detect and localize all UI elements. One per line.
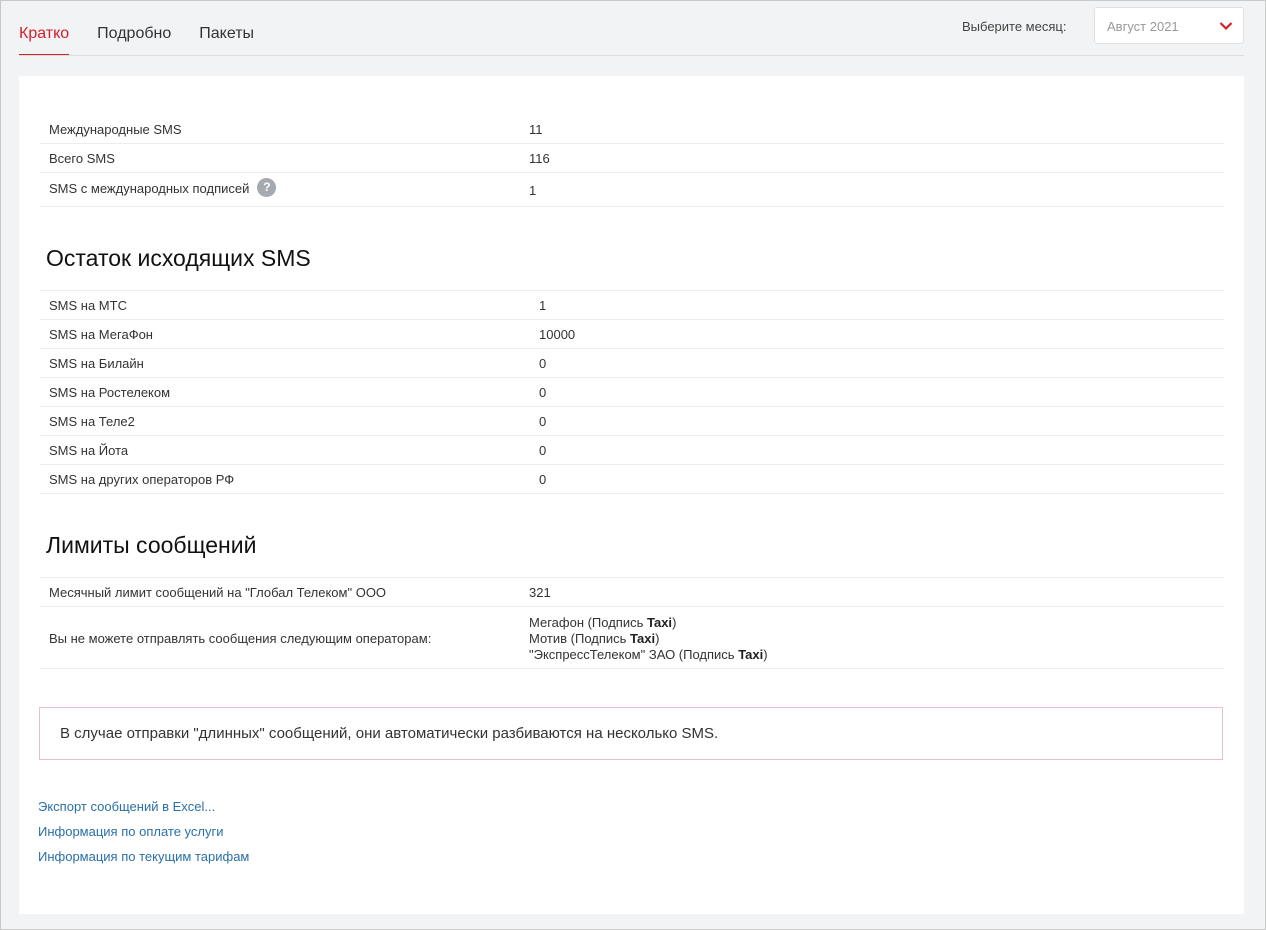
row-value: 0 [539, 385, 547, 400]
row-label: SMS на Йота [49, 443, 129, 458]
blocked-operators-list: Мегафон (Подпись Taxi) Мотив (Подпись Ta… [529, 615, 768, 663]
tab-brief[interactable]: Кратко [19, 1, 70, 56]
content-card: Международные SMS 11 Всего SMS 116 SMS с… [19, 76, 1244, 914]
table-row: SMS на других операторов РФ 0 [40, 465, 1224, 494]
sender-name: Taxi [647, 615, 673, 630]
row-label: SMS с международных подписей [49, 180, 250, 196]
row-value: 0 [539, 356, 547, 371]
row-label: SMS на МегаФон [49, 327, 153, 342]
section-title-limits: Лимиты сообщений [46, 532, 257, 558]
tab-detailed[interactable]: Подробно [97, 1, 171, 55]
row-label: SMS на Теле2 [49, 414, 135, 429]
table-row: SMS с международных подписей? 1 [40, 173, 1224, 207]
list-item: "ЭкспрессТелеком" ЗАО (Подпись Taxi) [529, 647, 768, 663]
table-row: Месячный лимит сообщений на "Глобал Теле… [40, 578, 1224, 607]
operator-name: "ЭкспрессТелеком" ЗАО (Подпись [529, 647, 739, 662]
row-value: 0 [539, 414, 547, 429]
row-label: Месячный лимит сообщений на "Глобал Теле… [49, 585, 387, 600]
limits-table: Месячный лимит сообщений на "Глобал Теле… [40, 577, 1224, 669]
payment-info-link[interactable]: Информация по оплате услуги [38, 824, 249, 849]
row-label: Международные SMS [49, 122, 182, 137]
table-row: SMS на Йота 0 [40, 436, 1224, 465]
row-value: 321 [529, 585, 551, 600]
table-row: Международные SMS 11 [40, 115, 1224, 144]
row-value: 0 [539, 443, 547, 458]
bracket: ) [655, 631, 660, 646]
list-item: Мегафон (Подпись Taxi) [529, 615, 768, 631]
sender-name: Taxi [630, 631, 656, 646]
month-select[interactable]: Август 2021 [1094, 7, 1244, 44]
row-label: SMS на других операторов РФ [49, 472, 235, 487]
row-label: Всего SMS [49, 151, 115, 166]
row-label: SMS на Билайн [49, 356, 144, 371]
table-row: Вы не можете отправлять сообщения следую… [40, 607, 1224, 669]
section-title-remaining: Остаток исходящих SMS [46, 245, 311, 271]
table-row: SMS на Билайн 0 [40, 349, 1224, 378]
long-message-notice: В случае отправки "длинных" сообщений, о… [39, 707, 1223, 760]
month-select-value: Август 2021 [1107, 19, 1179, 34]
row-label: Вы не можете отправлять сообщения следую… [49, 631, 432, 646]
tariffs-info-link[interactable]: Информация по текущим тарифам [38, 849, 249, 874]
tabs: Кратко Подробно Пакеты [19, 1, 282, 56]
row-value: 0 [539, 472, 547, 487]
operator-name: Мегафон (Подпись [529, 615, 647, 630]
bracket: ) [763, 647, 768, 662]
top-bar: Кратко Подробно Пакеты Выберите месяц: А… [1, 1, 1265, 57]
table-row: SMS на МегаФон 10000 [40, 320, 1224, 349]
row-value: 116 [529, 151, 550, 166]
remaining-table: SMS на МТС 1 SMS на МегаФон 10000 SMS на… [40, 290, 1224, 494]
sender-name: Taxi [738, 647, 764, 662]
table-row: SMS на МТС 1 [40, 291, 1224, 320]
tab-packages[interactable]: Пакеты [199, 1, 254, 55]
row-label: SMS на Ростелеком [49, 385, 171, 400]
table-row: SMS на Теле2 0 [40, 407, 1224, 436]
row-label-wrap: SMS с международных подписей? [49, 178, 277, 199]
table-row: SMS на Ростелеком 0 [40, 378, 1224, 407]
operator-name: Мотив (Подпись [529, 631, 631, 646]
month-label: Выберите месяц: [962, 19, 1067, 34]
chevron-down-icon [1219, 22, 1233, 31]
tabs-divider [19, 55, 1244, 56]
row-value: 10000 [539, 327, 576, 342]
help-icon[interactable]: ? [257, 178, 277, 197]
list-item: Мотив (Подпись Taxi) [529, 631, 768, 647]
row-value: 1 [529, 183, 537, 198]
links-list: Экспорт сообщений в Excel... Информация … [38, 799, 249, 874]
table-row: Всего SMS 116 [40, 144, 1224, 173]
row-label: SMS на МТС [49, 298, 127, 313]
export-excel-link[interactable]: Экспорт сообщений в Excel... [38, 799, 249, 824]
row-value: 1 [539, 298, 547, 313]
summary-table: Международные SMS 11 Всего SMS 116 SMS с… [40, 115, 1224, 207]
row-value: 11 [529, 122, 543, 137]
bracket: ) [672, 615, 677, 630]
